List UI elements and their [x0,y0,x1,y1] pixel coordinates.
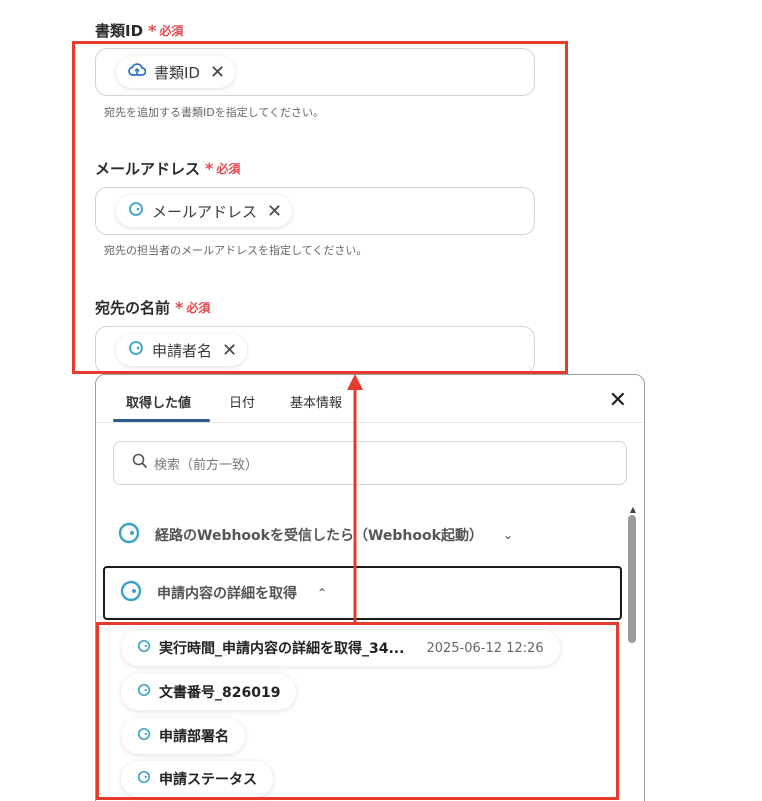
close-icon[interactable]: ✕ [609,390,627,412]
highlight-box-items [96,622,619,800]
group-label: 経路のWebhookを受信したら（Webhook起動） [155,528,483,544]
search-input[interactable]: 検索（前方一致） [113,441,627,485]
webhook-icon [117,521,141,549]
highlight-box-fields [72,41,568,374]
tab-date[interactable]: 日付 [229,392,255,411]
active-tab-indicator [113,419,210,422]
scroll-up-icon[interactable]: ▲ [630,505,636,514]
search-icon [132,453,148,473]
chevron-up-icon: ⌃ [317,586,328,600]
scrollbar[interactable] [628,515,636,643]
field-label-document-id: 書類ID * 必須 [95,21,184,40]
tab-basic-info[interactable]: 基本情報 [290,392,342,411]
group-label: 申請内容の詳細を取得 [157,586,297,602]
tab-bar: 取得した値 日付 基本情報 ✕ [96,375,644,423]
required-badge: * 必須 [148,21,184,40]
tab-retrieved-values[interactable]: 取得した値 [126,392,191,411]
search-placeholder: 検索（前方一致） [154,457,259,473]
annotation-arrow [347,374,363,622]
chevron-down-icon: ⌄ [502,528,514,542]
webhook-icon [119,579,143,607]
